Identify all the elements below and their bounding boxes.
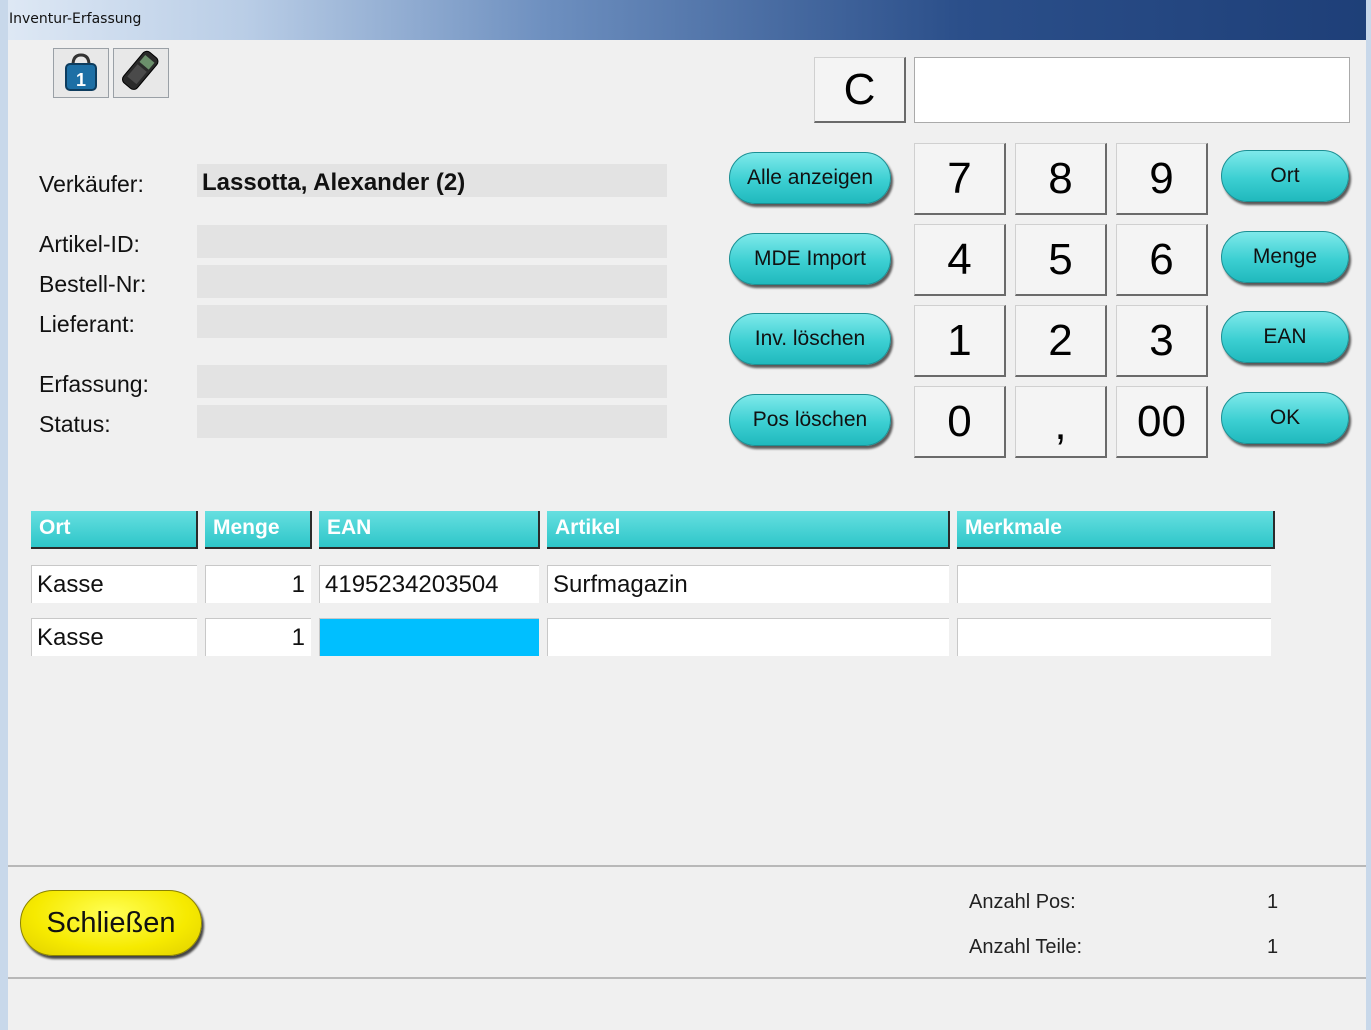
- column-header-ort[interactable]: Ort: [31, 511, 198, 549]
- artikel-id-field: [197, 225, 667, 258]
- erfassung-field: [197, 365, 667, 398]
- table-cell-ean[interactable]: 4195234203504: [319, 565, 539, 603]
- menge-mode-button[interactable]: Menge: [1221, 231, 1349, 283]
- mde-import-button[interactable]: MDE Import: [729, 233, 891, 285]
- bestell-nr-field: [197, 265, 667, 298]
- key-0[interactable]: 0: [914, 386, 1006, 458]
- lieferant-label: Lieferant:: [39, 311, 135, 337]
- anzahl-pos-label: Anzahl Pos:: [969, 891, 1076, 913]
- table-cell-menge[interactable]: 1: [205, 565, 311, 603]
- key-5[interactable]: 5: [1015, 224, 1107, 296]
- keypad-display[interactable]: [914, 57, 1350, 123]
- anzahl-teile-label: Anzahl Teile:: [969, 936, 1083, 958]
- verkaeufer-field: Lassotta, Alexander (2): [197, 164, 667, 197]
- scanner-button[interactable]: [113, 48, 169, 98]
- table-cell-ort[interactable]: Kasse: [31, 565, 197, 603]
- table-cell-merkmale[interactable]: [957, 565, 1271, 603]
- status-label: Status:: [39, 411, 111, 437]
- ean-mode-button[interactable]: EAN: [1221, 311, 1349, 363]
- key-00[interactable]: 00: [1116, 386, 1208, 458]
- table-cell-artikel[interactable]: [547, 618, 949, 656]
- statusbar-divider: [8, 977, 1366, 979]
- key-8[interactable]: 8: [1015, 143, 1107, 215]
- bestell-nr-label: Bestell-Nr:: [39, 271, 147, 297]
- column-header-artikel[interactable]: Artikel: [547, 511, 950, 549]
- window-frame-left: [0, 0, 8, 1030]
- verkaeufer-value: Lassotta, Alexander (2): [202, 169, 466, 196]
- footer-divider: [8, 865, 1366, 867]
- status-field: [197, 405, 667, 438]
- key-4[interactable]: 4: [914, 224, 1006, 296]
- table-cell-ean-selected[interactable]: [319, 618, 539, 656]
- table-cell-menge[interactable]: 1: [205, 618, 311, 656]
- anzahl-teile-value: 1: [1267, 936, 1279, 958]
- artikel-id-label: Artikel-ID:: [39, 231, 140, 257]
- lieferant-field: [197, 305, 667, 338]
- key-7[interactable]: 7: [914, 143, 1006, 215]
- pos-loeschen-button[interactable]: Pos löschen: [729, 394, 891, 446]
- table-cell-artikel[interactable]: Surfmagazin: [547, 565, 949, 603]
- erfassung-label: Erfassung:: [39, 371, 149, 397]
- key-2[interactable]: 2: [1015, 305, 1107, 377]
- shopping-bag-button[interactable]: 1: [53, 48, 109, 98]
- anzahl-pos-value: 1: [1267, 891, 1279, 913]
- shopping-bag-icon: 1: [59, 49, 103, 98]
- handheld-scanner-icon: [117, 49, 165, 98]
- inv-loeschen-button[interactable]: Inv. löschen: [729, 313, 891, 365]
- ok-button[interactable]: OK: [1221, 392, 1349, 444]
- alle-anzeigen-button[interactable]: Alle anzeigen: [729, 152, 891, 204]
- key-6[interactable]: 6: [1116, 224, 1208, 296]
- table-cell-merkmale[interactable]: [957, 618, 1271, 656]
- key-comma[interactable]: ,: [1015, 386, 1107, 458]
- window-frame-right: [1366, 0, 1371, 1030]
- bag-number: 1: [76, 70, 86, 90]
- clear-key[interactable]: C: [814, 57, 906, 123]
- title-bar: Inventur-Erfassung: [0, 0, 1371, 40]
- key-9[interactable]: 9: [1116, 143, 1208, 215]
- table-cell-ort[interactable]: Kasse: [31, 618, 197, 656]
- window-title: Inventur-Erfassung: [9, 11, 142, 27]
- column-header-merkmale[interactable]: Merkmale: [957, 511, 1275, 549]
- schliessen-button[interactable]: Schließen: [20, 890, 202, 956]
- key-1[interactable]: 1: [914, 305, 1006, 377]
- key-3[interactable]: 3: [1116, 305, 1208, 377]
- column-header-menge[interactable]: Menge: [205, 511, 312, 549]
- ort-mode-button[interactable]: Ort: [1221, 150, 1349, 202]
- column-header-ean[interactable]: EAN: [319, 511, 540, 549]
- verkaeufer-label: Verkäufer:: [39, 171, 144, 197]
